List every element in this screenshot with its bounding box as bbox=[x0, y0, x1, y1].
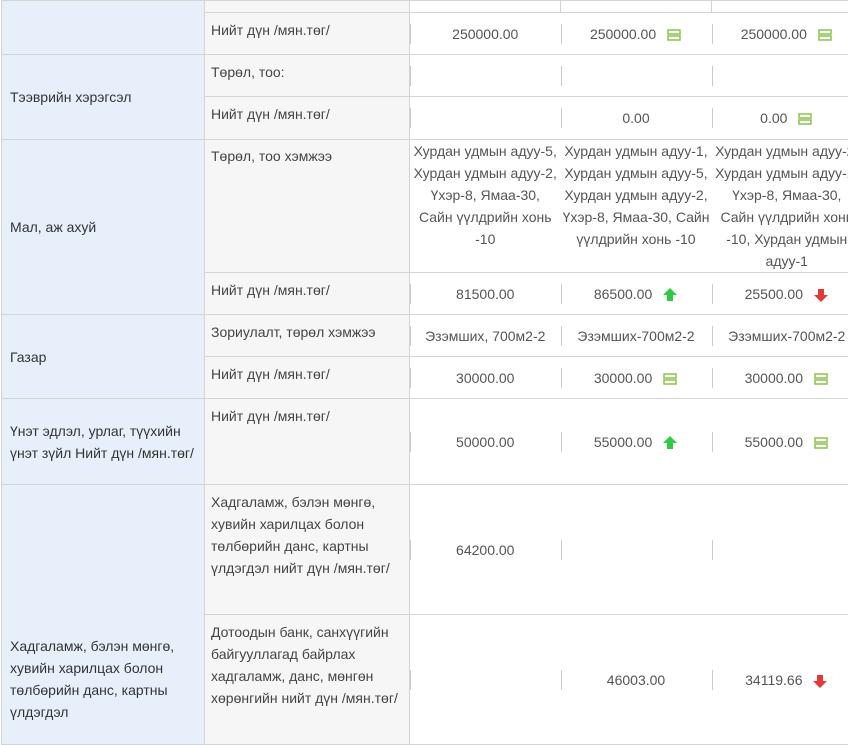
row-label: Нийт дүн /мян.төг/ bbox=[205, 97, 410, 140]
value-cell: 0.00 bbox=[561, 97, 712, 140]
row-label: Нийт дүн /мян.төг/ bbox=[205, 399, 410, 485]
value-cell: 55000.00 bbox=[561, 399, 712, 485]
value-cell: Хурдан удмын адуу-1, Хурдан удмын адуу-5… bbox=[561, 140, 712, 273]
row-label: Зориулалт, төрөл хэмжээ bbox=[205, 315, 410, 357]
value-cell: 86500.00 bbox=[561, 273, 712, 315]
value-cell: Эзэмших-700м2-2 bbox=[561, 315, 712, 357]
category-cell: Тээврийн хэрэгсэл bbox=[2, 55, 205, 140]
row-label: Нийт дүн /мян.төг/ bbox=[205, 13, 410, 55]
value-cell: Хурдан удмын адуу-5, Хурдан удмын адуу-2… bbox=[410, 140, 561, 273]
equal-icon bbox=[666, 27, 682, 43]
declaration-table: Нийт дүн /мян.төг/ 250000.00 250000.00 2… bbox=[1, 0, 848, 745]
value-cell: 50000.00 bbox=[410, 399, 561, 485]
value-cell bbox=[561, 55, 712, 97]
value-cell: Эзэмших-700м2-2 bbox=[712, 315, 848, 357]
value-cell bbox=[561, 485, 712, 615]
table-row: Хадгаламж, бэлэн мөнгө, хувийн харилцах … bbox=[2, 485, 848, 615]
table-row: Мал, аж ахуй Төрөл, тоо хэмжээ Хурдан уд… bbox=[2, 140, 848, 273]
value-cell: 55000.00 bbox=[712, 399, 848, 485]
table-row bbox=[2, 1, 848, 13]
row-label: Нийт дүн /мян.төг/ bbox=[205, 273, 410, 315]
arrow-up-icon bbox=[662, 287, 678, 303]
equal-icon bbox=[817, 27, 833, 43]
value-cell: Хурдан удмын адуу-2, Хурдан удмын адуу-1… bbox=[712, 140, 848, 273]
table-row: Тээврийн хэрэгсэл Төрөл, тоо: bbox=[2, 55, 848, 97]
value-cell: 30000.00 bbox=[561, 357, 712, 399]
value-cell: 34119.66 bbox=[712, 615, 848, 745]
category-cell: Газар bbox=[2, 315, 205, 399]
category-cell: Мал, аж ахуй bbox=[2, 140, 205, 315]
value-cell: 81500.00 bbox=[410, 273, 561, 315]
row-label: Нийт дүн /мян.төг/ bbox=[205, 357, 410, 399]
value-cell: Эзэмших, 700м2-2 bbox=[410, 315, 561, 357]
category-cell bbox=[2, 1, 205, 55]
arrow-up-icon bbox=[662, 435, 678, 451]
value-cell: 250000.00 bbox=[561, 13, 712, 55]
value-cell bbox=[410, 615, 561, 745]
value-cell bbox=[712, 485, 848, 615]
value-cell: 30000.00 bbox=[712, 357, 848, 399]
table-row: Үнэт эдлэл, урлаг, түүхийн үнэт зүйл Ний… bbox=[2, 399, 848, 485]
table-row: Газар Зориулалт, төрөл хэмжээ Эзэмших, 7… bbox=[2, 315, 848, 357]
arrow-down-icon bbox=[812, 673, 828, 689]
equal-icon bbox=[813, 371, 829, 387]
row-label: Дотоодын банк, санхүүгийн байгууллагад б… bbox=[205, 615, 410, 745]
value-cell: 250000.00 bbox=[712, 13, 848, 55]
row-label: Төрөл, тоо: bbox=[205, 55, 410, 97]
value-cell: 64200.00 bbox=[410, 485, 561, 615]
value-cell: 25500.00 bbox=[712, 273, 848, 315]
value-cell bbox=[410, 97, 561, 140]
value-cell: 46003.00 bbox=[561, 615, 712, 745]
equal-icon bbox=[662, 371, 678, 387]
value-cell: 0.00 bbox=[712, 97, 848, 140]
equal-icon bbox=[813, 435, 829, 451]
category-cell: Хадгаламж, бэлэн мөнгө, хувийн харилцах … bbox=[2, 485, 205, 745]
row-label: Төрөл, тоо хэмжээ bbox=[205, 140, 410, 273]
value-cell: 250000.00 bbox=[410, 13, 561, 55]
value-cell bbox=[712, 55, 848, 97]
value-cell bbox=[410, 55, 561, 97]
value-cell: 30000.00 bbox=[410, 357, 561, 399]
category-cell: Үнэт эдлэл, урлаг, түүхийн үнэт зүйл Ний… bbox=[2, 399, 205, 485]
row-label: Хадгаламж, бэлэн мөнгө, хувийн харилцах … bbox=[205, 485, 410, 615]
arrow-down-icon bbox=[813, 287, 829, 303]
equal-icon bbox=[797, 111, 813, 127]
